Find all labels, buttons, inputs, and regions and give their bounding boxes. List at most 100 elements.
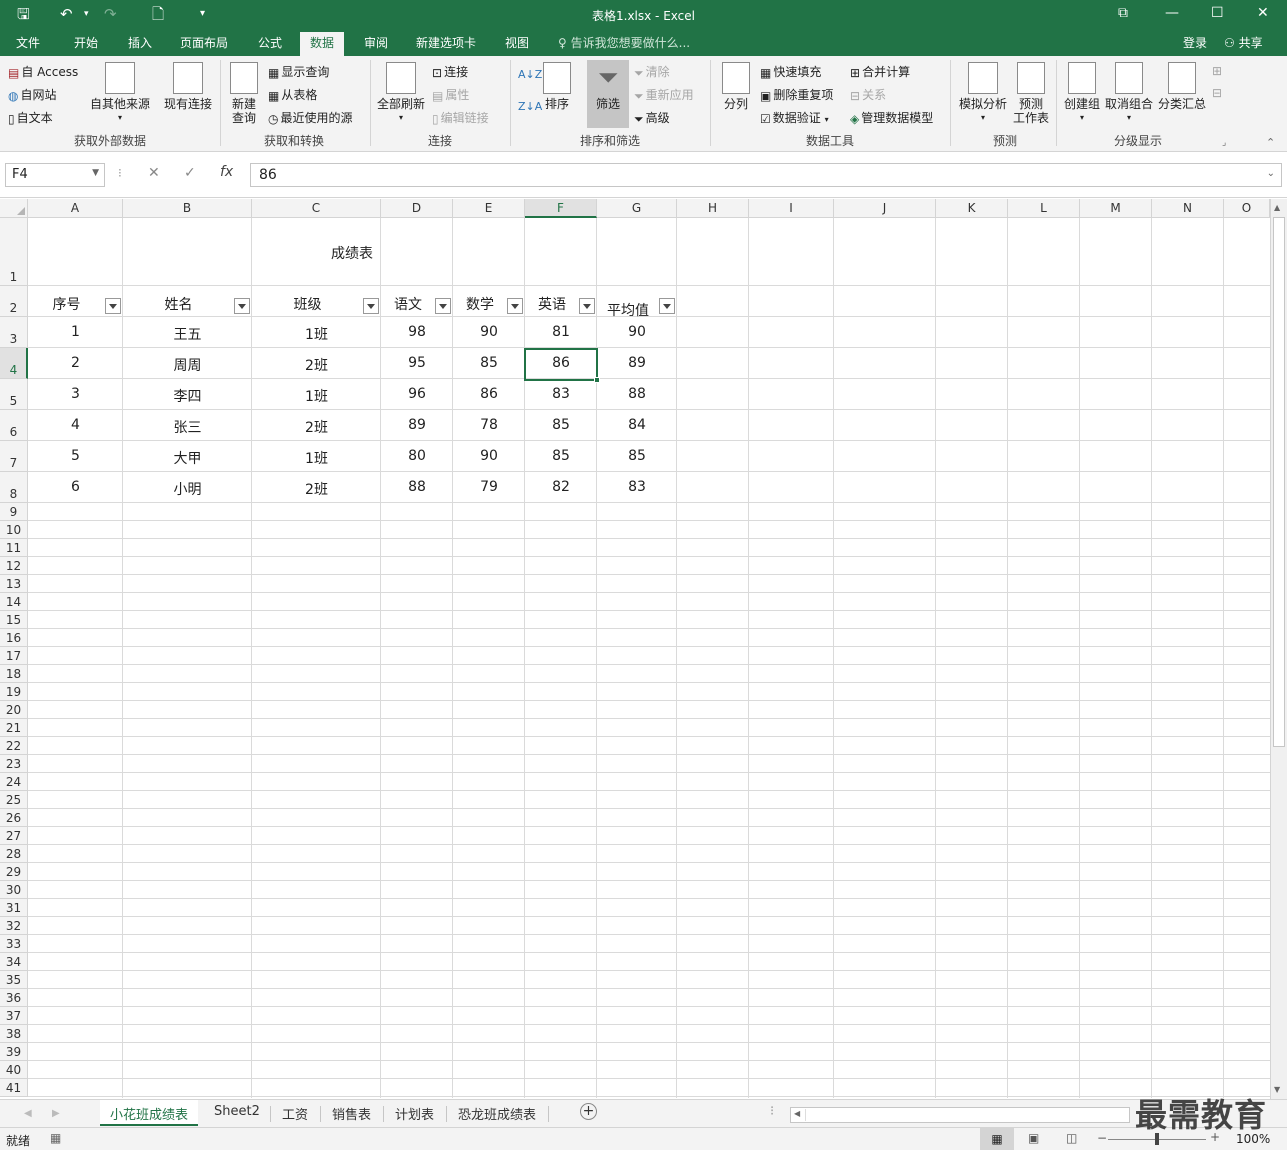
header-cell[interactable]: 姓名 [123,294,234,314]
table-cell[interactable]: 82 [525,479,597,495]
next-sheet-icon[interactable]: ▶ [52,1108,60,1119]
what-if-analysis-button[interactable]: 模拟分析 ▾ [956,62,1010,125]
row-header-40[interactable]: 40 [0,1061,28,1079]
ribbon-display-icon[interactable]: ⧉ [1118,5,1128,21]
table-cell[interactable]: 86 [453,386,525,402]
row-header-27[interactable]: 27 [0,827,28,845]
table-cell[interactable]: 81 [525,324,597,340]
row-header-30[interactable]: 30 [0,881,28,899]
row-header-8[interactable]: 8 [0,472,28,503]
horizontal-scrollbar[interactable]: ◀ [790,1107,1130,1123]
row-header-4[interactable]: 4 [0,348,28,379]
zoom-out-icon[interactable]: − [1097,1131,1107,1145]
refresh-all-button[interactable]: 全部刷新 ▾ [375,62,427,125]
filter-dropdown-button[interactable] [234,298,250,314]
expand-formula-icon[interactable]: ⌄ [1267,168,1275,179]
tab-insert[interactable]: 插入 [128,35,152,51]
table-cell[interactable]: 2班 [252,479,381,499]
row-header-19[interactable]: 19 [0,683,28,701]
manage-data-model-button[interactable]: ◈ 管理数据模型 [850,111,933,126]
vertical-scrollbar[interactable]: ▲ ▼ [1270,199,1287,1099]
horizontal-scroll-thumb[interactable] [805,1109,1125,1121]
page-layout-view-icon[interactable]: ▣ [1028,1131,1039,1145]
table-cell[interactable]: 大甲 [123,448,252,468]
column-header-G[interactable]: G [597,199,677,218]
header-cell[interactable]: 平均值 [597,300,659,320]
collapse-ribbon-icon[interactable]: ⌃ [1266,136,1275,150]
row-header-32[interactable]: 32 [0,917,28,935]
advanced-filter-button[interactable]: ⏷ 高级 [634,111,670,126]
table-cell[interactable]: 5 [28,448,123,464]
table-cell[interactable]: 83 [525,386,597,402]
column-header-E[interactable]: E [453,199,525,218]
table-cell[interactable]: 4 [28,417,123,433]
row-header-23[interactable]: 23 [0,755,28,773]
existing-connections-button[interactable]: 现有连接 [160,62,216,111]
table-cell[interactable]: 2 [28,355,123,371]
scroll-up-icon[interactable]: ▲ [1274,203,1280,212]
table-cell[interactable]: 88 [381,479,453,495]
sheet-tab-3[interactable]: 工资 [282,1104,308,1123]
login-link[interactable]: 登录 [1183,35,1207,51]
table-cell[interactable]: 84 [597,417,677,433]
column-header-J[interactable]: J [834,199,936,218]
text-to-columns-button[interactable]: 分列 [718,62,754,111]
worksheet-grid[interactable]: ABCDEFGHIJKLMNO 1 2 3 4 5 6 7 8 9 10 11 12 13 14 15 16 1… [0,199,1270,1099]
column-header-F[interactable]: F [525,199,597,218]
fill-handle[interactable] [594,377,600,383]
table-cell[interactable]: 85 [597,448,677,464]
other-sources-button[interactable]: 自其他来源 ▾ [88,62,152,125]
row-header-36[interactable]: 36 [0,989,28,1007]
row-header-18[interactable]: 18 [0,665,28,683]
table-cell[interactable]: 89 [381,417,453,433]
from-text-button[interactable]: ▯ 自文本 [8,111,53,126]
table-cell[interactable]: 1班 [252,448,381,468]
column-header-A[interactable]: A [28,199,123,218]
table-cell[interactable]: 2班 [252,355,381,375]
ungroup-button[interactable]: 取消组合 ▾ [1104,62,1154,125]
filter-button[interactable]: ⏷ 筛选 [587,60,629,128]
name-box[interactable]: F4 ▼ [5,163,105,187]
data-validation-button[interactable]: ☑ 数据验证 ▾ [760,111,829,127]
row-header-26[interactable]: 26 [0,809,28,827]
sheet-tab-5[interactable]: 计划表 [395,1104,434,1123]
table-cell[interactable]: 小明 [123,479,252,499]
row-header-2[interactable]: 2 [0,286,28,317]
table-cell[interactable]: 2班 [252,417,381,437]
row-header-10[interactable]: 10 [0,521,28,539]
sheet-tab-1[interactable]: 小花班成绩表 [100,1100,199,1126]
enter-icon[interactable]: ✓ [184,165,196,181]
new-query-button[interactable]: 新建 查询 [226,62,262,125]
minimize-icon[interactable]: — [1165,5,1179,21]
from-access-button[interactable]: ▤ 自 Access [8,65,78,80]
table-cell[interactable]: 89 [597,355,677,371]
scroll-down-icon[interactable]: ▼ [1274,1085,1280,1094]
table-cell[interactable]: 96 [381,386,453,402]
row-header-41[interactable]: 41 [0,1079,28,1097]
add-sheet-icon[interactable]: + [580,1103,597,1120]
row-header-29[interactable]: 29 [0,863,28,881]
table-cell[interactable]: 李四 [123,386,252,406]
dialog-launcher-icon[interactable]: ⌟ [1222,136,1226,150]
show-queries-button[interactable]: ▦ 显示查询 [268,65,329,80]
table-cell[interactable]: 78 [453,417,525,433]
row-header-31[interactable]: 31 [0,899,28,917]
row-header-12[interactable]: 12 [0,557,28,575]
row-header-17[interactable]: 17 [0,647,28,665]
row-header-21[interactable]: 21 [0,719,28,737]
row-header-24[interactable]: 24 [0,773,28,791]
header-cell[interactable]: 班级 [252,294,363,314]
sheet-tab-4[interactable]: 销售表 [332,1104,371,1123]
sort-desc-icon[interactable]: Z↓A [518,100,542,114]
row-header-34[interactable]: 34 [0,953,28,971]
table-cell[interactable]: 3 [28,386,123,402]
column-header-B[interactable]: B [123,199,252,218]
page-break-view-icon[interactable]: ◫ [1066,1131,1077,1145]
filter-dropdown-button[interactable] [435,298,451,314]
filter-dropdown-button[interactable] [659,298,675,314]
row-header-38[interactable]: 38 [0,1025,28,1043]
tell-me-search[interactable]: ♀ 告诉我您想要做什么... [558,35,690,51]
sheet-tab-6[interactable]: 恐龙班成绩表 [458,1104,536,1123]
column-header-H[interactable]: H [677,199,749,218]
table-cell[interactable]: 85 [525,448,597,464]
